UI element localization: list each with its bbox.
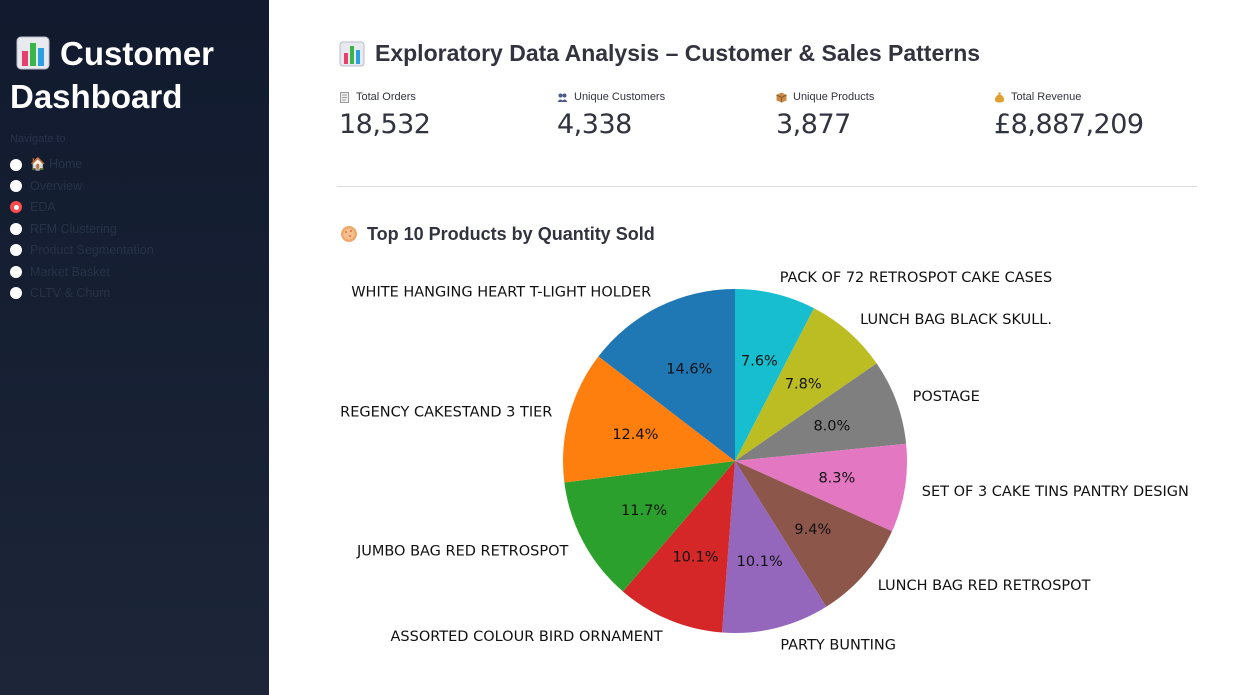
radio-button[interactable] bbox=[10, 158, 22, 171]
nav-item-product-segmentation[interactable]: Product Segmentation bbox=[10, 240, 154, 261]
metric-value: 4,338 bbox=[557, 109, 632, 140]
chart-heading: Top 10 Products by Quantity Sold bbox=[339, 224, 655, 245]
pie-category-label: PARTY BUNTING bbox=[780, 638, 896, 654]
metric-value: 18,532 bbox=[339, 109, 431, 140]
chart-heading-text: Top 10 Products by Quantity Sold bbox=[367, 224, 655, 244]
nav-item-label: Market Basket bbox=[30, 264, 110, 279]
metric-unique-customers: Unique Customers 4,338 bbox=[557, 89, 665, 140]
pie-pct-label: 7.6% bbox=[741, 354, 778, 370]
pie-pct-label: 8.0% bbox=[813, 418, 850, 434]
metric-total-orders: Total Orders 18,532 bbox=[339, 89, 431, 140]
pie-pct-label: 14.6% bbox=[666, 361, 712, 377]
app-title: Customer Dashboard bbox=[10, 32, 260, 118]
metric-label: Total Orders bbox=[356, 91, 416, 103]
metric-unique-products: Unique Products 3,877 bbox=[776, 89, 874, 140]
page-title: Exploratory Data Analysis – Customer & S… bbox=[339, 40, 980, 67]
nav-item-label: EDA bbox=[30, 200, 56, 215]
pie-pct-label: 10.1% bbox=[737, 554, 783, 570]
pie-pct-label: 9.4% bbox=[794, 522, 831, 538]
pie-category-label: PACK OF 72 RETROSPOT CAKE CASES bbox=[780, 270, 1053, 286]
pie-category-label: REGENCY CAKESTAND 3 TIER bbox=[340, 405, 552, 421]
pie-chart: 7.6% PACK OF 72 RETROSPOT CAKE CASES 7.8% L… bbox=[340, 270, 1189, 654]
bar-chart-icon bbox=[16, 36, 50, 70]
receipt-icon bbox=[340, 91, 349, 103]
nav-item-label: Overview bbox=[30, 179, 83, 194]
metric-value: 3,877 bbox=[776, 109, 851, 140]
nav-item-home[interactable]: 🏠 Home bbox=[10, 154, 154, 175]
pie-category-label: LUNCH BAG BLACK SKULL. bbox=[860, 312, 1052, 328]
pie-pct-label: 8.3% bbox=[818, 470, 855, 486]
pie-pct-label: 11.7% bbox=[621, 503, 667, 519]
pie-category-label: SET OF 3 CAKE TINS PANTRY DESIGN bbox=[922, 484, 1189, 500]
nav-item-cltv-churn[interactable]: CLTV & Churn bbox=[10, 282, 154, 303]
divider bbox=[337, 186, 1197, 187]
bar-chart-icon bbox=[339, 41, 365, 66]
radio-button[interactable] bbox=[10, 180, 22, 193]
page-title-text: Exploratory Data Analysis – Customer & S… bbox=[375, 40, 981, 66]
nav-item-label: RFM Clustering bbox=[30, 221, 117, 236]
radio-button-selected[interactable] bbox=[10, 201, 22, 214]
nav-radio-group: 🏠 Home Overview EDA RFM Clustering Produ… bbox=[10, 154, 154, 304]
cupcake-icon bbox=[341, 225, 357, 242]
pie-pct-label: 7.8% bbox=[785, 377, 822, 393]
people-icon bbox=[557, 93, 568, 102]
metric-value: £8,887,209 bbox=[994, 109, 1144, 140]
sidebar: Customer Dashboard Navigate to 🏠 Home Ov… bbox=[0, 0, 269, 695]
nav-item-rfm-clustering[interactable]: RFM Clustering bbox=[10, 218, 154, 239]
metric-label: Total Revenue bbox=[1011, 91, 1082, 103]
nav-item-label: CLTV & Churn bbox=[30, 286, 111, 301]
radio-button[interactable] bbox=[10, 287, 22, 300]
nav-item-label: Product Segmentation bbox=[30, 243, 154, 258]
pie-pct-label: 10.1% bbox=[672, 549, 718, 565]
metric-label: Unique Customers bbox=[574, 91, 666, 103]
nav-item-overview[interactable]: Overview bbox=[10, 175, 154, 196]
nav-item-eda[interactable]: EDA bbox=[10, 197, 154, 218]
pie-pct-label: 12.4% bbox=[612, 427, 658, 443]
nav-item-market-basket[interactable]: Market Basket bbox=[10, 261, 154, 282]
radio-button[interactable] bbox=[10, 265, 22, 278]
radio-button[interactable] bbox=[10, 222, 22, 235]
package-icon bbox=[776, 92, 787, 102]
money-bag-icon bbox=[994, 92, 1005, 102]
metric-total-revenue: Total Revenue £8,887,209 bbox=[994, 89, 1144, 140]
pie-category-label: ASSORTED COLOUR BIRD ORNAMENT bbox=[391, 629, 663, 645]
nav-label: Navigate to bbox=[10, 133, 66, 145]
pie-category-label: LUNCH BAG RED RETROSPOT bbox=[878, 578, 1091, 594]
pie-category-label: JUMBO BAG RED RETROSPOT bbox=[356, 544, 569, 560]
radio-button[interactable] bbox=[10, 244, 22, 257]
pie-category-label: WHITE HANGING HEART T-LIGHT HOLDER bbox=[351, 284, 651, 300]
nav-item-label: 🏠 Home bbox=[30, 157, 83, 172]
metric-label: Unique Products bbox=[793, 91, 875, 103]
pie-category-label: POSTAGE bbox=[913, 389, 980, 405]
